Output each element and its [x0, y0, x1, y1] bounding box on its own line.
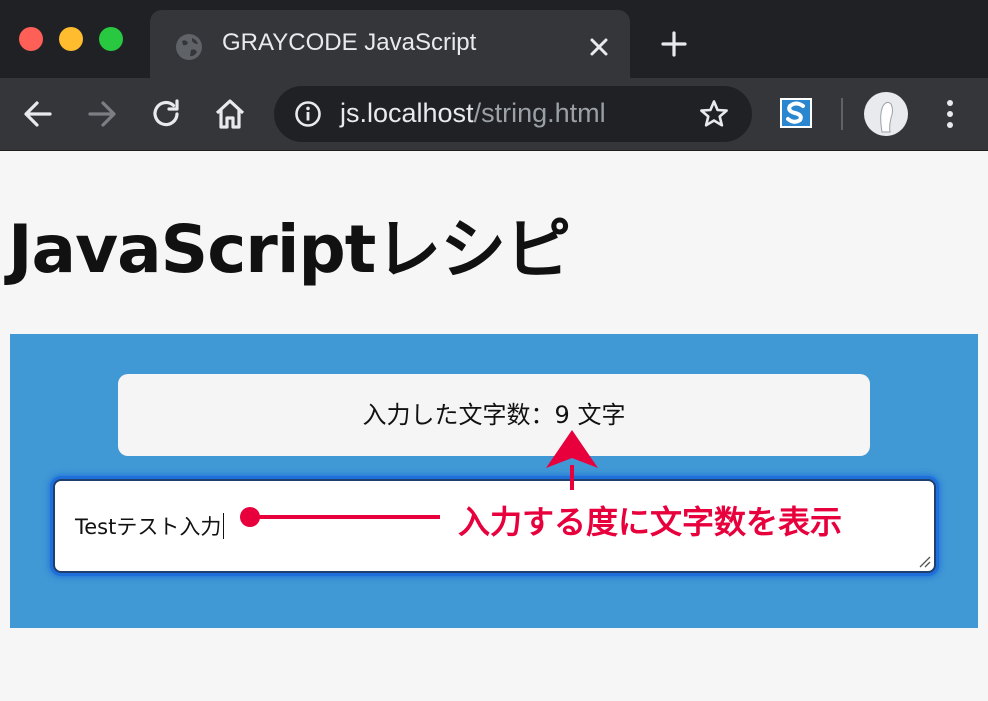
bookmark-star-icon[interactable] — [698, 98, 730, 130]
new-tab-icon[interactable] — [658, 28, 690, 60]
profile-avatar[interactable] — [864, 92, 908, 136]
address-bar[interactable]: js.localhost/string.html — [274, 86, 752, 142]
reload-icon[interactable] — [148, 96, 184, 132]
home-icon[interactable] — [212, 96, 248, 132]
page-title: JavaScriptレシピ — [8, 211, 571, 288]
count-unit: 文字 — [569, 401, 626, 429]
browser-tab-strip: GRAYCODE JavaScript — [0, 0, 988, 78]
url-text: js.localhost/string.html — [340, 98, 606, 129]
count-label: 入力した文字数： — [362, 401, 555, 429]
browser-toolbar: js.localhost/string.html — [0, 78, 988, 151]
site-info-icon[interactable] — [294, 100, 322, 128]
maximize-window-button[interactable] — [99, 27, 123, 51]
globe-icon — [176, 34, 202, 60]
close-tab-icon[interactable] — [584, 32, 614, 62]
tab-title: GRAYCODE JavaScript — [222, 29, 477, 56]
forward-arrow-icon[interactable] — [84, 96, 120, 132]
textarea-text: Testテスト入力 — [75, 515, 222, 539]
url-path: /string.html — [473, 98, 606, 128]
extension-s-icon[interactable] — [779, 96, 813, 130]
resize-handle-icon[interactable] — [917, 554, 931, 568]
annotation-label: 入力する度に文字数を表示 — [458, 503, 843, 541]
close-window-button[interactable] — [19, 27, 43, 51]
toolbar-separator — [841, 98, 843, 130]
text-caret — [223, 513, 225, 539]
textarea-value: Testテスト入力 — [75, 511, 225, 541]
counter-panel: 入力した文字数：9 文字 Testテスト入力 — [10, 334, 978, 628]
minimize-window-button[interactable] — [59, 27, 83, 51]
profile-icon — [880, 101, 893, 133]
character-count-box: 入力した文字数：9 文字 — [118, 374, 870, 456]
back-arrow-icon[interactable] — [20, 96, 56, 132]
menu-dots-icon[interactable] — [934, 96, 966, 132]
count-value: 9 — [554, 401, 570, 429]
browser-tab[interactable]: GRAYCODE JavaScript — [150, 10, 630, 78]
url-host: js.localhost — [340, 98, 474, 128]
